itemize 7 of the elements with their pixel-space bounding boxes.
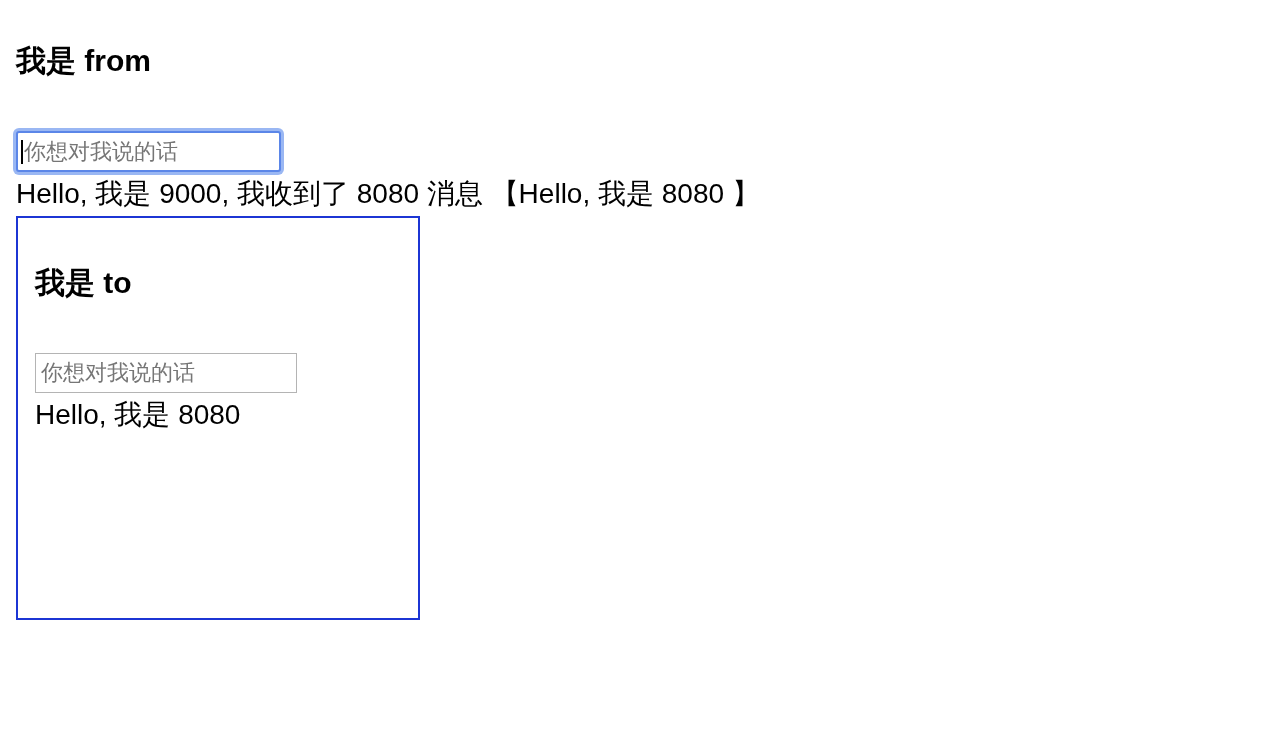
panel-heading: 我是 to: [35, 265, 132, 301]
text-cursor-icon: [21, 140, 23, 164]
message-input-field[interactable]: 你想对我说的话: [16, 131, 281, 172]
received-message: Hello, 我是 9000, 我收到了 8080 消息 【Hello, 我是 8080 】: [16, 177, 760, 211]
panel-heading: 我是 from: [16, 43, 151, 79]
received-message: Hello, 我是 8080: [35, 398, 241, 432]
message-input-field[interactable]: 你想对我说的话: [35, 353, 297, 393]
